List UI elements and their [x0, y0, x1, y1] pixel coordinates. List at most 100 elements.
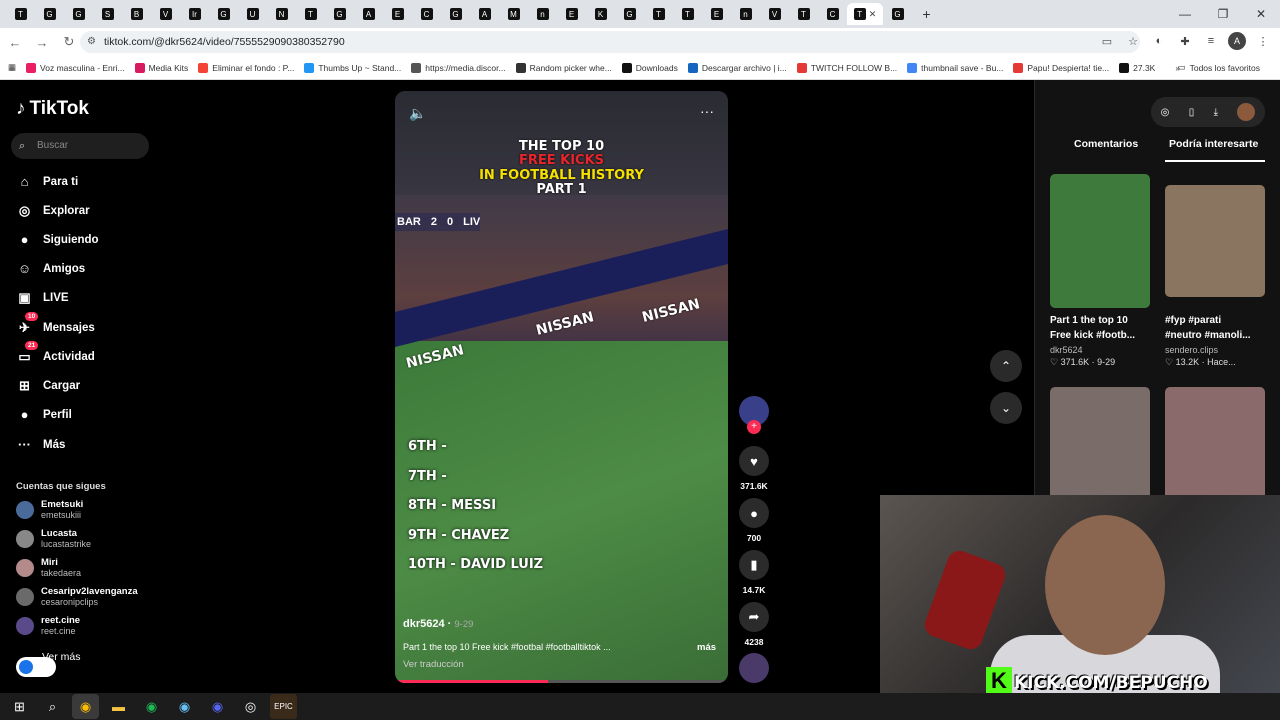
extensions-puzzle-icon[interactable]: ✚ — [1176, 32, 1194, 50]
tab-comments[interactable]: Comentarios — [1074, 138, 1138, 150]
new-tab-button[interactable]: + — [912, 3, 941, 25]
bookmark-item[interactable]: 27.3K — [1119, 62, 1155, 73]
translate-link[interactable]: Ver traducción — [403, 659, 464, 670]
bookmark-item[interactable]: TWITCH FOLLOW B... — [796, 62, 897, 73]
browser-tab[interactable]: A — [470, 3, 499, 25]
browser-tab[interactable]: G — [325, 3, 354, 25]
bookmark-item[interactable]: Descargar archivo | i... — [687, 62, 787, 73]
sidebar-item-activity[interactable]: ▭ 21 Actividad — [16, 341, 95, 365]
cast-icon[interactable]: ▭ — [1098, 32, 1116, 50]
browser-tab[interactable]: N — [267, 3, 296, 25]
browser-tab[interactable]: T — [673, 3, 702, 25]
music-disc-button[interactable] — [738, 653, 770, 683]
caption-more-link[interactable]: más — [697, 642, 716, 653]
steam-icon[interactable]: ◉ — [171, 694, 198, 719]
url-field[interactable]: ⚙ tiktok.com/@dkr5624/video/7555529090380… — [80, 31, 1140, 53]
site-info-icon[interactable]: ⚙ — [87, 31, 96, 53]
browser-tab[interactable]: G — [615, 3, 644, 25]
chrome-icon[interactable]: ◉ — [72, 694, 99, 719]
browser-tab[interactable]: B — [122, 3, 151, 25]
phone-icon[interactable]: ▯ — [1189, 107, 1195, 118]
share-button[interactable]: ➦ 4238 — [738, 602, 770, 647]
previous-video-button[interactable]: ⌃ — [990, 350, 1022, 382]
video-more-icon[interactable]: ··· — [700, 103, 714, 119]
tiktok-logo[interactable]: ♪ TikTok — [16, 98, 89, 120]
like-button[interactable]: ♥ 371.6K — [738, 446, 770, 491]
bookmark-item[interactable]: Eliminar el fondo : P... — [198, 62, 294, 73]
browser-tab[interactable]: U — [238, 3, 267, 25]
file-explorer-icon[interactable]: ▬ — [105, 694, 132, 719]
extension-icon[interactable]: ◐ — [1150, 32, 1168, 50]
browser-tab[interactable]: G — [209, 3, 238, 25]
tab-recommended[interactable]: Podría interesarte — [1169, 138, 1258, 150]
see-more-link[interactable]: Ver más — [42, 651, 81, 663]
followed-account[interactable]: Lucasta lucastastrike — [16, 528, 91, 549]
bookmark-item[interactable]: Downloads — [621, 62, 678, 73]
follow-plus-icon[interactable]: + — [747, 420, 761, 434]
browser-tab[interactable]: G — [35, 3, 64, 25]
comment-button[interactable]: ● 700 — [738, 498, 770, 543]
spotify-icon[interactable]: ◉ — [138, 694, 165, 719]
browser-tab[interactable]: V — [151, 3, 180, 25]
browser-tab[interactable]: G — [64, 3, 93, 25]
forward-icon[interactable]: → — [30, 30, 54, 54]
browser-tab[interactable]: n — [731, 3, 760, 25]
close-tab-icon[interactable]: ✕ — [869, 9, 877, 20]
reading-list-icon[interactable]: ≡ — [1202, 32, 1220, 50]
apps-icon[interactable]: ▦ — [8, 62, 16, 73]
obs-icon[interactable]: ◎ — [237, 694, 264, 719]
browser-tab[interactable]: S — [93, 3, 122, 25]
bookmark-item[interactable]: Random picker whe... — [515, 62, 612, 73]
bookmark-item[interactable]: https://media.discor... — [411, 62, 506, 73]
sidebar-item-home[interactable]: ⌂ Para ti — [16, 173, 79, 190]
discord-icon[interactable]: ◉ — [204, 694, 231, 719]
bookmark-item[interactable]: thumbnail save - Bu... — [907, 62, 1003, 73]
user-avatar[interactable] — [1237, 103, 1256, 121]
followed-account[interactable]: Emetsuki emetsukiii — [16, 499, 83, 520]
recommended-video-card[interactable]: Part 1 the top 10 Free kick #footb... dkr5… — [1050, 174, 1150, 368]
video-player[interactable]: THE TOP 10 FREE KICKS IN FOOTBALL HISTOR… — [395, 91, 728, 683]
sidebar-item-compass[interactable]: ◎ Explorar — [16, 202, 90, 219]
sidebar-item-live[interactable]: ▣ LIVE — [16, 289, 68, 306]
followed-account[interactable]: Miri takedaera — [16, 557, 81, 578]
browser-tab[interactable]: E — [557, 3, 586, 25]
browser-tab[interactable]: E — [702, 3, 731, 25]
search-icon[interactable]: ⌕ — [39, 694, 66, 719]
video-progress-bar[interactable] — [395, 680, 728, 683]
sidebar-item-friends[interactable]: ☺ Amigos — [16, 260, 85, 277]
browser-tab[interactable]: V — [760, 3, 789, 25]
browser-tab[interactable]: T ✕ — [847, 3, 883, 25]
followed-account[interactable]: reet.cine reet.cine — [16, 615, 80, 636]
sidebar-item-upload[interactable]: ⊞ Cargar — [16, 377, 80, 394]
browser-tab[interactable]: T — [789, 3, 818, 25]
bookmark-item[interactable]: Thumbs Up ~ Stand... — [304, 62, 401, 73]
browser-tab[interactable]: Ir — [180, 3, 209, 25]
browser-tab[interactable]: T — [6, 3, 35, 25]
reload-icon[interactable]: ↻ — [57, 30, 81, 54]
sidebar-item-messages[interactable]: ✈ 10 Mensajes — [16, 312, 95, 336]
browser-tab[interactable]: T — [296, 3, 325, 25]
epic-games-icon[interactable]: EPIC — [270, 694, 297, 719]
recommended-video-card[interactable]: #fyp #parati #neutro #manoli... sendero.cl… — [1165, 174, 1265, 368]
bookmark-star-icon[interactable]: ☆ — [1124, 32, 1142, 50]
sidebar-item-more[interactable]: ··· Más — [16, 436, 65, 453]
volume-icon[interactable]: 🔈 — [409, 105, 426, 122]
search-input[interactable]: ⌕ Buscar — [11, 133, 149, 159]
all-bookmarks[interactable]: ▭ Todos los favoritos — [1178, 62, 1260, 73]
download-icon[interactable]: ⤓ — [1214, 107, 1218, 118]
browser-menu-icon[interactable]: ⋮ — [1254, 32, 1272, 50]
bookmark-item[interactable]: Media Kits — [134, 62, 188, 73]
save-button[interactable]: ▮ 14.7K — [738, 550, 770, 595]
close-window-icon[interactable]: ✕ — [1242, 0, 1280, 28]
windows-start-icon[interactable]: ⊞ — [6, 694, 33, 719]
sidebar-item-profile[interactable]: ● Perfil — [16, 406, 72, 423]
next-video-button[interactable]: ⌄ — [990, 392, 1022, 424]
browser-tab[interactable]: n — [528, 3, 557, 25]
video-author[interactable]: dkr5624 · 9-29 — [403, 618, 473, 630]
account-avatar[interactable]: A — [1228, 32, 1246, 50]
bookmark-item[interactable]: Papu! Despierta! tie... — [1013, 62, 1109, 73]
minimize-icon[interactable]: — — [1166, 0, 1204, 28]
followed-account[interactable]: Cesaripv2lavenganza cesaronipclips — [16, 586, 138, 607]
browser-tab[interactable]: E — [383, 3, 412, 25]
browser-tab[interactable]: G — [441, 3, 470, 25]
